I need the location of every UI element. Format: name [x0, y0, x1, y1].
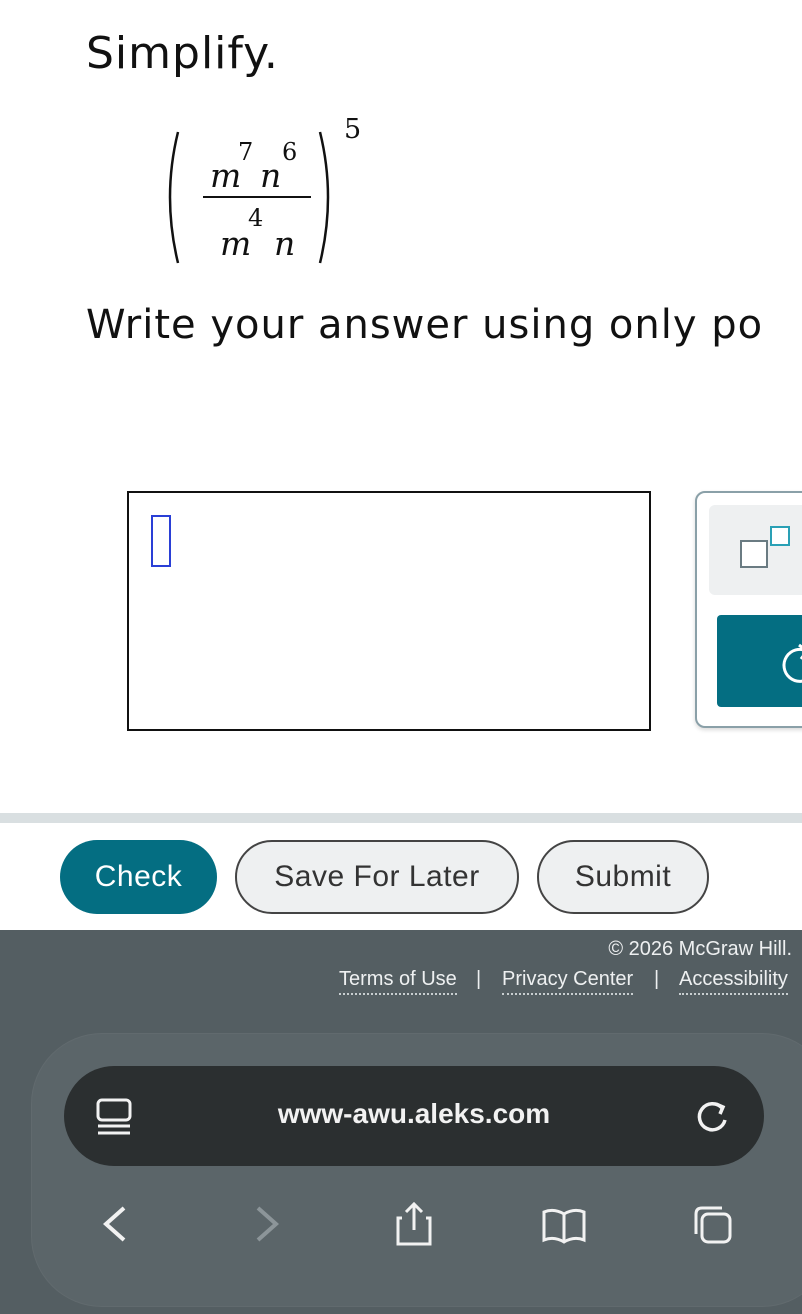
math-expression: m 7 n 6 m 4 n 5 — [160, 114, 400, 268]
share-icon[interactable] — [394, 1200, 434, 1248]
denominator-var-n: n — [274, 224, 296, 263]
accessibility-link[interactable]: Accessibility — [679, 968, 788, 995]
denominator-var-m: m — [220, 224, 252, 263]
section-divider — [0, 813, 802, 823]
url-text: www-awu.aleks.com — [277, 1098, 551, 1129]
denominator-exp-4: 4 — [248, 204, 264, 232]
answer-input[interactable] — [127, 491, 651, 731]
chevron-left-icon[interactable] — [100, 1204, 130, 1244]
privacy-center-link[interactable]: Privacy Center — [502, 968, 634, 995]
instruction-text: Write your answer using only po — [86, 302, 764, 348]
fraction-bar — [203, 196, 311, 198]
tabs-icon[interactable] — [692, 1204, 734, 1246]
numerator-var-m: m — [210, 156, 242, 195]
numerator-var-n: n — [260, 156, 282, 195]
address-bar[interactable]: www-awu.aleks.com — [64, 1066, 764, 1166]
terms-of-use-link[interactable]: Terms of Use — [339, 968, 457, 995]
footer-separator: | — [654, 968, 660, 990]
numerator-exp-6: 6 — [282, 138, 298, 166]
chevron-right-icon[interactable] — [252, 1204, 282, 1244]
undo-button[interactable] — [717, 615, 802, 707]
copyright-text: © 2026 McGraw Hill. — [608, 938, 792, 960]
footer-separator: | — [476, 968, 482, 990]
numerator-exp-7: 7 — [238, 138, 254, 166]
save-for-later-button[interactable]: Save For Later — [235, 840, 519, 914]
problem-title: Simplify. — [86, 28, 279, 79]
outer-exponent: 5 — [344, 114, 362, 145]
left-paren — [168, 131, 180, 264]
right-paren — [318, 131, 330, 264]
math-tool-panel — [695, 491, 802, 728]
undo-arrow-icon — [782, 643, 802, 683]
submit-button[interactable]: Submit — [537, 840, 709, 914]
exponent-tool-button[interactable] — [709, 505, 802, 595]
check-button[interactable]: Check — [60, 840, 217, 914]
input-cursor-box — [151, 515, 171, 567]
reload-icon[interactable] — [692, 1096, 732, 1136]
book-icon[interactable] — [540, 1206, 588, 1244]
superscript-box-icon — [740, 526, 790, 568]
